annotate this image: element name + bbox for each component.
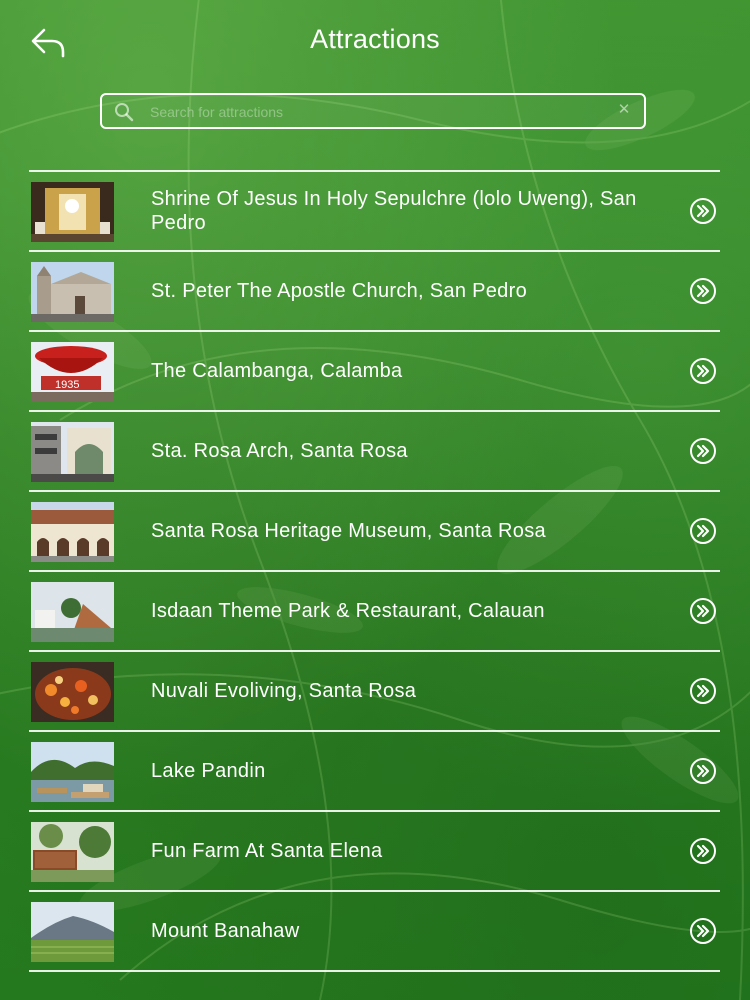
thumbnail-image <box>31 582 114 642</box>
search-icon <box>115 103 134 122</box>
double-chevron-right-circle-icon[interactable] <box>689 197 717 225</box>
clear-icon[interactable]: ✕ <box>616 102 632 118</box>
list-item-label: Fun Farm At Santa Elena <box>151 840 383 862</box>
page-title: Attractions <box>310 24 440 54</box>
thumbnail-image <box>31 262 114 322</box>
list-item-lake-pandin[interactable]: Lake Pandin <box>29 732 720 812</box>
thumbnail-image <box>31 742 114 802</box>
svg-text:1935: 1935 <box>55 379 79 391</box>
list-item-label: Nuvali Evoliving, Santa Rosa <box>151 680 417 702</box>
list-item-label: Lake Pandin <box>151 760 266 782</box>
list-item-label: St. Peter The Apostle Church, San Pedro <box>151 280 527 302</box>
list-item-sta-rosa-arch[interactable]: Sta. Rosa Arch, Santa Rosa <box>29 412 720 492</box>
double-chevron-right-circle-icon[interactable] <box>689 517 717 545</box>
header-bar: Attractions <box>0 0 750 84</box>
list-item-isdaan-theme-park[interactable]: Isdaan Theme Park & Restaurant, Calauan <box>29 572 720 652</box>
double-chevron-right-circle-icon[interactable] <box>689 917 717 945</box>
thumbnail-image <box>31 422 114 482</box>
list-item-label: Shrine Of Jesus In Holy Sepulchre (lolo … <box>151 188 637 234</box>
list-item-fun-farm[interactable]: Fun Farm At Santa Elena <box>29 812 720 892</box>
double-chevron-right-circle-icon[interactable] <box>689 837 717 865</box>
list-item-nuvali[interactable]: Nuvali Evoliving, Santa Rosa <box>29 652 720 732</box>
thumbnail-image <box>31 662 114 722</box>
thumbnail-image <box>31 902 114 962</box>
list-item-label: The Calambanga, Calamba <box>151 360 403 382</box>
double-chevron-right-circle-icon[interactable] <box>689 597 717 625</box>
double-chevron-right-circle-icon[interactable] <box>689 277 717 305</box>
list-item-label: Isdaan Theme Park & Restaurant, Calauan <box>151 600 545 622</box>
list-item-label: Santa Rosa Heritage Museum, Santa Rosa <box>151 520 546 542</box>
double-chevron-right-circle-icon[interactable] <box>689 437 717 465</box>
list-item-label: Mount Banahaw <box>151 920 300 942</box>
attractions-list: Shrine Of Jesus In Holy Sepulchre (lolo … <box>29 170 720 972</box>
list-item-heritage-museum[interactable]: Santa Rosa Heritage Museum, Santa Rosa <box>29 492 720 572</box>
search-input[interactable] <box>148 99 612 125</box>
search-bar[interactable]: ✕ <box>100 93 646 129</box>
list-item-label: Sta. Rosa Arch, Santa Rosa <box>151 440 408 462</box>
double-chevron-right-circle-icon[interactable] <box>689 677 717 705</box>
thumbnail-image <box>31 182 114 242</box>
list-item-st-peter-church[interactable]: St. Peter The Apostle Church, San Pedro <box>29 252 720 332</box>
thumbnail-image <box>31 822 114 882</box>
list-item-calambanga[interactable]: 1935 The Calambanga, Calamba <box>29 332 720 412</box>
list-item-mount-banahaw[interactable]: Mount Banahaw <box>29 892 720 972</box>
thumbnail-image: 1935 <box>31 342 114 402</box>
double-chevron-right-circle-icon[interactable] <box>689 757 717 785</box>
thumbnail-image <box>31 502 114 562</box>
double-chevron-right-circle-icon[interactable] <box>689 357 717 385</box>
list-item-shrine-of-jesus[interactable]: Shrine Of Jesus In Holy Sepulchre (lolo … <box>29 172 720 252</box>
